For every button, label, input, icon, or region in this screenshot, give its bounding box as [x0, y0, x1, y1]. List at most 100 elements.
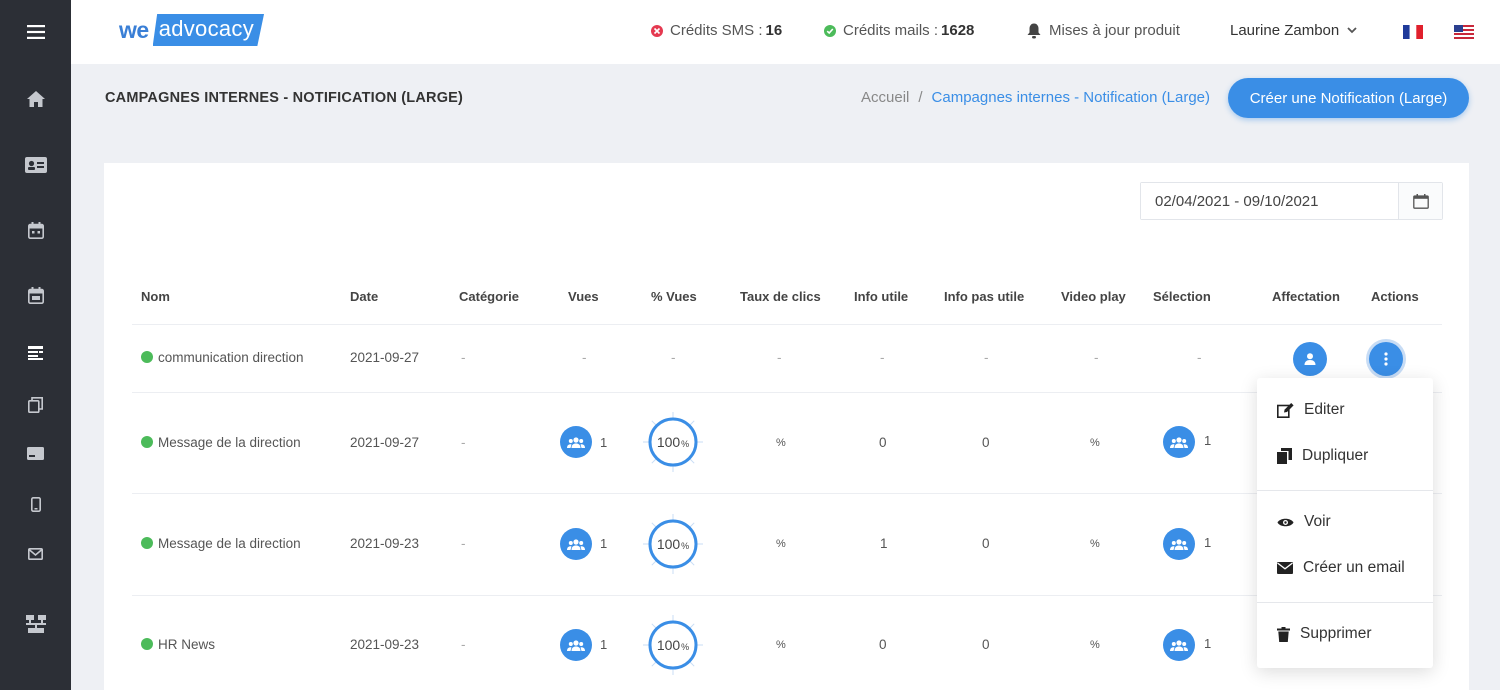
views-group-icon: [560, 426, 592, 458]
header-selection[interactable]: Sélection: [1153, 289, 1211, 304]
page-title: CAMPAGNES INTERNES - NOTIFICATION (LARGE…: [105, 90, 464, 106]
header-date[interactable]: Date: [350, 289, 378, 304]
selection-group-icon: [1163, 426, 1195, 458]
copy-icon[interactable]: [0, 385, 71, 425]
sms-credits-label: Crédits SMS :: [670, 22, 763, 39]
status-dot: [141, 351, 153, 363]
header-pct-views[interactable]: % Vues: [651, 289, 697, 304]
pct-views-unit: %: [681, 540, 690, 551]
row-not-useful: -: [984, 350, 989, 365]
header-not-useful[interactable]: Info pas utile: [944, 289, 1024, 304]
row-video-play: %: [1090, 538, 1100, 550]
assign-user-button[interactable]: [1293, 342, 1327, 376]
row-date: 2021-09-27: [350, 350, 420, 365]
header-click-rate[interactable]: Taux de clics: [740, 289, 821, 304]
row-video-play: %: [1090, 437, 1100, 449]
header-useful[interactable]: Info utile: [854, 289, 908, 304]
menu-icon[interactable]: [0, 12, 71, 52]
menu-item-duplicate[interactable]: Dupliquer: [1257, 438, 1433, 474]
calendar-icon[interactable]: [0, 210, 71, 250]
views-group-icon: [560, 629, 592, 661]
row-name[interactable]: Message de la direction: [141, 536, 301, 551]
date-range-picker[interactable]: [1140, 182, 1443, 220]
eye-icon: [1277, 518, 1294, 526]
status-dot: [141, 436, 153, 448]
calendar-event-icon[interactable]: [0, 275, 71, 315]
status-dot: [141, 537, 153, 549]
calendar-icon[interactable]: [1398, 183, 1442, 219]
logo[interactable]: we advocacy: [119, 14, 265, 46]
list-icon[interactable]: [0, 333, 71, 373]
row-views: 1: [600, 435, 608, 450]
actions-dropdown: Editer Dupliquer Voir Créer un email Sup…: [1257, 378, 1433, 668]
mail-credits-label: Crédits mails :: [843, 22, 939, 39]
pct-views-value: 100: [656, 434, 681, 450]
pct-views-gauge: 100%: [641, 613, 705, 677]
header-category[interactable]: Catégorie: [459, 289, 519, 304]
menu-item-delete[interactable]: Supprimer: [1257, 616, 1433, 652]
row-name[interactable]: Message de la direction: [141, 435, 301, 450]
menu-item-view[interactable]: Voir: [1257, 504, 1433, 540]
menu-item-create-email[interactable]: Créer un email: [1257, 550, 1433, 586]
mobile-icon[interactable]: [0, 484, 71, 524]
product-updates[interactable]: Mises à jour produit: [1027, 22, 1180, 39]
row-name[interactable]: HR News: [141, 637, 215, 652]
views-group-icon: [560, 528, 592, 560]
row-click-rate: %: [776, 538, 786, 550]
date-range-input[interactable]: [1141, 183, 1399, 219]
trash-icon: [1277, 626, 1290, 642]
sms-credits-value: 16: [765, 22, 783, 39]
sms-status-icon: [651, 24, 663, 37]
table-divider: [132, 392, 1442, 393]
product-updates-label: Mises à jour produit: [1049, 22, 1180, 39]
row-not-useful: 0: [982, 435, 990, 450]
mail-icon[interactable]: [0, 534, 71, 574]
table-divider: [132, 595, 1442, 596]
home-icon[interactable]: [0, 79, 71, 119]
mail-credits-value: 1628: [941, 22, 975, 39]
menu-item-edit-label: Editer: [1304, 401, 1345, 418]
menu-item-edit[interactable]: Editer: [1257, 392, 1433, 428]
id-card-icon[interactable]: [0, 145, 71, 185]
card-icon[interactable]: [0, 433, 71, 473]
row-useful: 0: [879, 435, 887, 450]
actions-menu-button[interactable]: [1369, 342, 1403, 376]
header-assignment: Affectation: [1272, 289, 1340, 304]
breadcrumb-current[interactable]: Campagnes internes - Notification (Large…: [932, 89, 1210, 106]
row-video-play: %: [1090, 639, 1100, 651]
row-click-rate: %: [776, 639, 786, 651]
row-date: 2021-09-27: [350, 435, 420, 450]
header-video-play[interactable]: Video play: [1061, 289, 1126, 304]
header-views[interactable]: Vues: [568, 289, 599, 304]
row-pct-views: -: [671, 350, 676, 365]
header-actions: Actions: [1371, 289, 1419, 304]
create-notification-button[interactable]: Créer une Notification (Large): [1228, 78, 1469, 118]
breadcrumb-home[interactable]: Accueil: [861, 89, 909, 106]
pct-views-gauge: 100%: [641, 512, 705, 576]
row-not-useful: 0: [982, 536, 990, 551]
row-useful: 0: [879, 637, 887, 652]
row-name-text: Message de la direction: [158, 435, 301, 450]
row-click-rate: -: [777, 350, 782, 365]
topbar: we advocacy Crédits SMS : 16 Crédits mai…: [71, 0, 1500, 64]
pct-views-unit: %: [681, 438, 690, 449]
row-not-useful: 0: [982, 637, 990, 652]
row-category: -: [461, 536, 466, 551]
row-views: 1: [600, 536, 608, 551]
row-name[interactable]: communication direction: [141, 350, 304, 365]
table-divider: [132, 324, 1442, 325]
row-date: 2021-09-23: [350, 637, 420, 652]
flag-fr-icon[interactable]: [1403, 25, 1423, 39]
flag-us-icon[interactable]: [1454, 25, 1474, 39]
user-menu[interactable]: Laurine Zambon: [1230, 22, 1357, 39]
header-name[interactable]: Nom: [141, 289, 170, 304]
table-divider: [132, 493, 1442, 494]
pct-views-unit: %: [681, 641, 690, 652]
menu-item-delete-label: Supprimer: [1300, 625, 1372, 642]
logo-advocacy: advocacy: [152, 14, 265, 46]
menu-item-view-label: Voir: [1304, 513, 1331, 530]
kebab-icon: [1384, 352, 1388, 366]
user-name: Laurine Zambon: [1230, 22, 1340, 39]
network-icon[interactable]: [0, 604, 71, 644]
logo-we: we: [119, 16, 149, 43]
